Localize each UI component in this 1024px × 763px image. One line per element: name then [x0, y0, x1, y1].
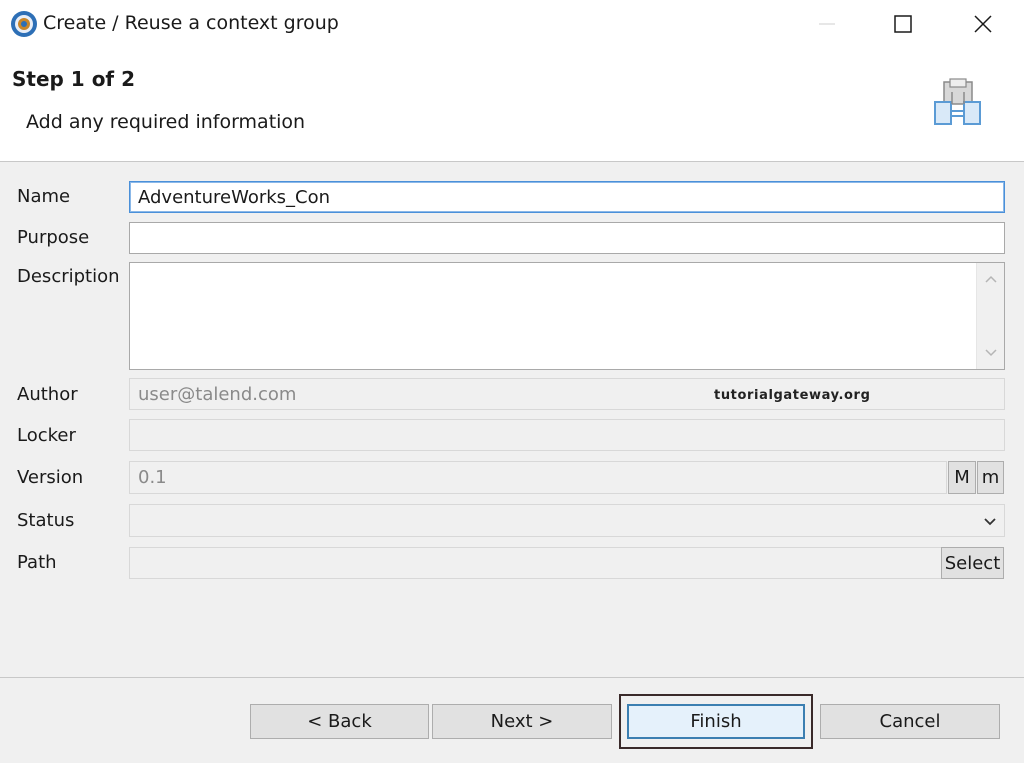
footer-divider	[0, 677, 1024, 678]
name-input[interactable]: AdventureWorks_Con	[129, 181, 1005, 213]
close-button[interactable]	[960, 6, 1006, 42]
window-title: Create / Reuse a context group	[43, 12, 339, 34]
finish-button[interactable]: Finish	[627, 704, 805, 739]
cancel-button[interactable]: Cancel	[820, 704, 1000, 739]
chevron-down-icon	[984, 518, 996, 526]
version-label: Version	[17, 467, 84, 488]
author-input: user@talend.com	[129, 378, 1005, 410]
description-label: Description	[17, 266, 120, 287]
version-input: 0.1	[129, 461, 947, 494]
watermark-text: tutorialgateway.org	[714, 388, 871, 403]
chevron-down-icon[interactable]	[983, 345, 999, 361]
step-title: Step 1 of 2	[12, 67, 136, 91]
finish-button-focus-frame: Finish	[619, 694, 813, 749]
description-scrollbar[interactable]	[976, 263, 1004, 369]
name-label: Name	[17, 186, 71, 207]
context-group-wizard-icon	[934, 78, 981, 125]
path-label: Path	[17, 552, 57, 573]
status-select[interactable]	[129, 504, 1005, 537]
back-button[interactable]: < Back	[250, 704, 429, 739]
maximize-icon	[894, 15, 912, 33]
description-textarea[interactable]	[129, 262, 1005, 370]
status-label: Status	[17, 510, 75, 531]
wizard-header: Step 1 of 2 Add any required information	[0, 48, 1024, 162]
version-major-button[interactable]: M	[948, 461, 976, 494]
version-input-value: 0.1	[138, 467, 167, 488]
name-input-value: AdventureWorks_Con	[138, 186, 331, 208]
chevron-up-icon[interactable]	[983, 271, 999, 287]
step-description: Add any required information	[26, 111, 306, 133]
author-input-value: user@talend.com	[138, 383, 297, 405]
locker-label: Locker	[17, 425, 76, 446]
talend-app-icon	[11, 11, 37, 37]
minimize-button[interactable]	[804, 6, 850, 42]
maximize-button[interactable]	[880, 6, 926, 42]
close-icon	[974, 15, 992, 33]
path-select-button[interactable]: Select	[941, 547, 1004, 579]
purpose-label: Purpose	[17, 227, 90, 248]
purpose-input[interactable]	[129, 222, 1005, 254]
locker-input	[129, 419, 1005, 451]
version-minor-button[interactable]: m	[977, 461, 1004, 494]
path-input	[129, 547, 942, 579]
author-label: Author	[17, 384, 78, 405]
minimize-icon	[819, 23, 835, 25]
title-bar: Create / Reuse a context group	[0, 0, 1024, 48]
next-button[interactable]: Next >	[432, 704, 612, 739]
